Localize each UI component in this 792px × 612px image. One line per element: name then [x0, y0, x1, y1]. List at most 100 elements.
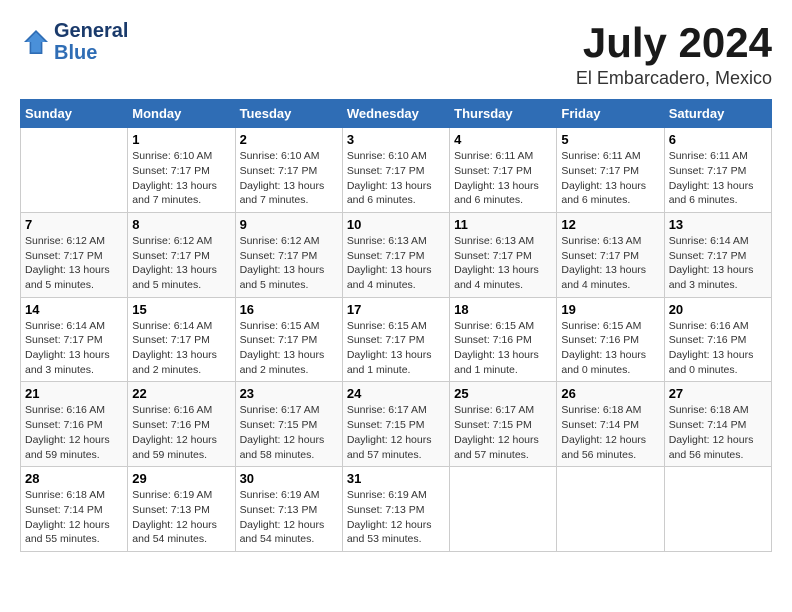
- day-number: 8: [132, 217, 230, 232]
- day-number: 14: [25, 302, 123, 317]
- calendar-cell: 18 Sunrise: 6:15 AMSunset: 7:16 PMDayligh…: [450, 297, 557, 382]
- calendar-cell: 8 Sunrise: 6:12 AMSunset: 7:17 PMDaylight…: [128, 212, 235, 297]
- calendar-cell: [664, 467, 771, 552]
- calendar-cell: 28 Sunrise: 6:18 AMSunset: 7:14 PMDayligh…: [21, 467, 128, 552]
- day-info: Sunrise: 6:14 AMSunset: 7:17 PMDaylight:…: [132, 319, 230, 378]
- calendar-table: SundayMondayTuesdayWednesdayThursdayFrid…: [20, 99, 772, 552]
- day-info: Sunrise: 6:11 AMSunset: 7:17 PMDaylight:…: [561, 149, 659, 208]
- week-row-2: 7Sunrise: 6:12 AMSunset: 7:17 PMDaylight…: [21, 212, 772, 297]
- month-title: July 2024: [576, 20, 772, 66]
- day-number: 26: [561, 386, 659, 401]
- calendar-cell: 26Sunrise: 6:18 AMSunset: 7:14 PMDayligh…: [557, 382, 664, 467]
- calendar-cell: 7Sunrise: 6:12 AMSunset: 7:17 PMDaylight…: [21, 212, 128, 297]
- day-info: Sunrise: 6:12 AMSunset: 7:17 PMDaylight:…: [25, 234, 123, 293]
- calendar-cell: 16 Sunrise: 6:15 AMSunset: 7:17 PMDayligh…: [235, 297, 342, 382]
- day-info: Sunrise: 6:14 AMSunset: 7:17 PMDaylight:…: [25, 319, 123, 378]
- calendar-cell: 3 Sunrise: 6:10 AMSunset: 7:17 PMDaylight…: [342, 128, 449, 213]
- day-info: Sunrise: 6:17 AMSunset: 7:15 PMDaylight:…: [454, 403, 552, 462]
- calendar-cell: 22Sunrise: 6:16 AMSunset: 7:16 PMDayligh…: [128, 382, 235, 467]
- weekday-header-sunday: Sunday: [21, 100, 128, 128]
- day-number: 31: [347, 471, 445, 486]
- day-number: 29: [132, 471, 230, 486]
- day-number: 12: [561, 217, 659, 232]
- calendar-cell: 13 Sunrise: 6:14 AMSunset: 7:17 PMDayligh…: [664, 212, 771, 297]
- day-number: 30: [240, 471, 338, 486]
- calendar-cell: 31 Sunrise: 6:19 AMSunset: 7:13 PMDayligh…: [342, 467, 449, 552]
- day-number: 4: [454, 132, 552, 147]
- calendar-cell: 17Sunrise: 6:15 AMSunset: 7:17 PMDayligh…: [342, 297, 449, 382]
- day-info: Sunrise: 6:11 AMSunset: 7:17 PMDaylight:…: [454, 149, 552, 208]
- day-number: 10: [347, 217, 445, 232]
- day-number: 28: [25, 471, 123, 486]
- week-row-5: 28 Sunrise: 6:18 AMSunset: 7:14 PMDayligh…: [21, 467, 772, 552]
- day-info: Sunrise: 6:16 AMSunset: 7:16 PMDaylight:…: [25, 403, 123, 462]
- day-number: 24: [347, 386, 445, 401]
- page-header: General Blue July 2024 El Embarcadero, M…: [20, 20, 772, 89]
- day-info: Sunrise: 6:18 AMSunset: 7:14 PMDaylight:…: [25, 488, 123, 547]
- day-info: Sunrise: 6:17 AMSunset: 7:15 PMDaylight:…: [347, 403, 445, 462]
- calendar-cell: 9 Sunrise: 6:12 AMSunset: 7:17 PMDaylight…: [235, 212, 342, 297]
- day-number: 13: [669, 217, 767, 232]
- day-number: 3: [347, 132, 445, 147]
- calendar-cell: 11Sunrise: 6:13 AMSunset: 7:17 PMDayligh…: [450, 212, 557, 297]
- day-number: 5: [561, 132, 659, 147]
- day-number: 23: [240, 386, 338, 401]
- weekday-header-friday: Friday: [557, 100, 664, 128]
- day-info: Sunrise: 6:19 AMSunset: 7:13 PMDaylight:…: [132, 488, 230, 547]
- day-number: 21: [25, 386, 123, 401]
- day-info: Sunrise: 6:17 AMSunset: 7:15 PMDaylight:…: [240, 403, 338, 462]
- weekday-header-monday: Monday: [128, 100, 235, 128]
- logo-icon: [20, 26, 52, 58]
- calendar-cell: 6 Sunrise: 6:11 AMSunset: 7:17 PMDaylight…: [664, 128, 771, 213]
- day-number: 6: [669, 132, 767, 147]
- calendar-cell: 27 Sunrise: 6:18 AMSunset: 7:14 PMDayligh…: [664, 382, 771, 467]
- calendar-cell: 10 Sunrise: 6:13 AMSunset: 7:17 PMDayligh…: [342, 212, 449, 297]
- day-info: Sunrise: 6:14 AMSunset: 7:17 PMDaylight:…: [669, 234, 767, 293]
- calendar-cell: 24 Sunrise: 6:17 AMSunset: 7:15 PMDayligh…: [342, 382, 449, 467]
- day-number: 27: [669, 386, 767, 401]
- day-info: Sunrise: 6:10 AMSunset: 7:17 PMDaylight:…: [132, 149, 230, 208]
- calendar-cell: 29 Sunrise: 6:19 AMSunset: 7:13 PMDayligh…: [128, 467, 235, 552]
- day-number: 15: [132, 302, 230, 317]
- day-info: Sunrise: 6:13 AMSunset: 7:17 PMDaylight:…: [347, 234, 445, 293]
- calendar-cell: 12 Sunrise: 6:13 AMSunset: 7:17 PMDayligh…: [557, 212, 664, 297]
- day-number: 1: [132, 132, 230, 147]
- day-info: Sunrise: 6:15 AMSunset: 7:16 PMDaylight:…: [454, 319, 552, 378]
- day-info: Sunrise: 6:13 AMSunset: 7:17 PMDaylight:…: [561, 234, 659, 293]
- day-info: Sunrise: 6:11 AMSunset: 7:17 PMDaylight:…: [669, 149, 767, 208]
- day-info: Sunrise: 6:10 AMSunset: 7:17 PMDaylight:…: [347, 149, 445, 208]
- calendar-cell: 20Sunrise: 6:16 AMSunset: 7:16 PMDayligh…: [664, 297, 771, 382]
- calendar-cell: [21, 128, 128, 213]
- day-number: 25: [454, 386, 552, 401]
- day-number: 22: [132, 386, 230, 401]
- day-number: 16: [240, 302, 338, 317]
- week-row-4: 21 Sunrise: 6:16 AMSunset: 7:16 PMDayligh…: [21, 382, 772, 467]
- day-number: 18: [454, 302, 552, 317]
- day-info: Sunrise: 6:12 AMSunset: 7:17 PMDaylight:…: [240, 234, 338, 293]
- calendar-cell: 25 Sunrise: 6:17 AMSunset: 7:15 PMDayligh…: [450, 382, 557, 467]
- day-info: Sunrise: 6:13 AMSunset: 7:17 PMDaylight:…: [454, 234, 552, 293]
- day-info: Sunrise: 6:16 AMSunset: 7:16 PMDaylight:…: [669, 319, 767, 378]
- calendar-cell: 1 Sunrise: 6:10 AMSunset: 7:17 PMDaylight…: [128, 128, 235, 213]
- day-number: 19: [561, 302, 659, 317]
- day-info: Sunrise: 6:15 AMSunset: 7:17 PMDaylight:…: [240, 319, 338, 378]
- calendar-cell: 15 Sunrise: 6:14 AMSunset: 7:17 PMDayligh…: [128, 297, 235, 382]
- day-info: Sunrise: 6:12 AMSunset: 7:17 PMDaylight:…: [132, 234, 230, 293]
- day-info: Sunrise: 6:19 AMSunset: 7:13 PMDaylight:…: [240, 488, 338, 547]
- day-number: 9: [240, 217, 338, 232]
- day-info: Sunrise: 6:19 AMSunset: 7:13 PMDaylight:…: [347, 488, 445, 547]
- calendar-cell: 19Sunrise: 6:15 AMSunset: 7:16 PMDayligh…: [557, 297, 664, 382]
- location-title: El Embarcadero, Mexico: [576, 68, 772, 89]
- calendar-cell: 14 Sunrise: 6:14 AMSunset: 7:17 PMDayligh…: [21, 297, 128, 382]
- title-block: July 2024 El Embarcadero, Mexico: [576, 20, 772, 89]
- calendar-cell: [557, 467, 664, 552]
- weekday-header-wednesday: Wednesday: [342, 100, 449, 128]
- calendar-cell: 2Sunrise: 6:10 AMSunset: 7:17 PMDaylight…: [235, 128, 342, 213]
- day-info: Sunrise: 6:18 AMSunset: 7:14 PMDaylight:…: [669, 403, 767, 462]
- week-row-1: 1 Sunrise: 6:10 AMSunset: 7:17 PMDaylight…: [21, 128, 772, 213]
- calendar-cell: 23 Sunrise: 6:17 AMSunset: 7:15 PMDayligh…: [235, 382, 342, 467]
- logo-text: General Blue: [54, 20, 128, 64]
- day-number: 2: [240, 132, 338, 147]
- weekday-header-saturday: Saturday: [664, 100, 771, 128]
- calendar-cell: 4 Sunrise: 6:11 AMSunset: 7:17 PMDaylight…: [450, 128, 557, 213]
